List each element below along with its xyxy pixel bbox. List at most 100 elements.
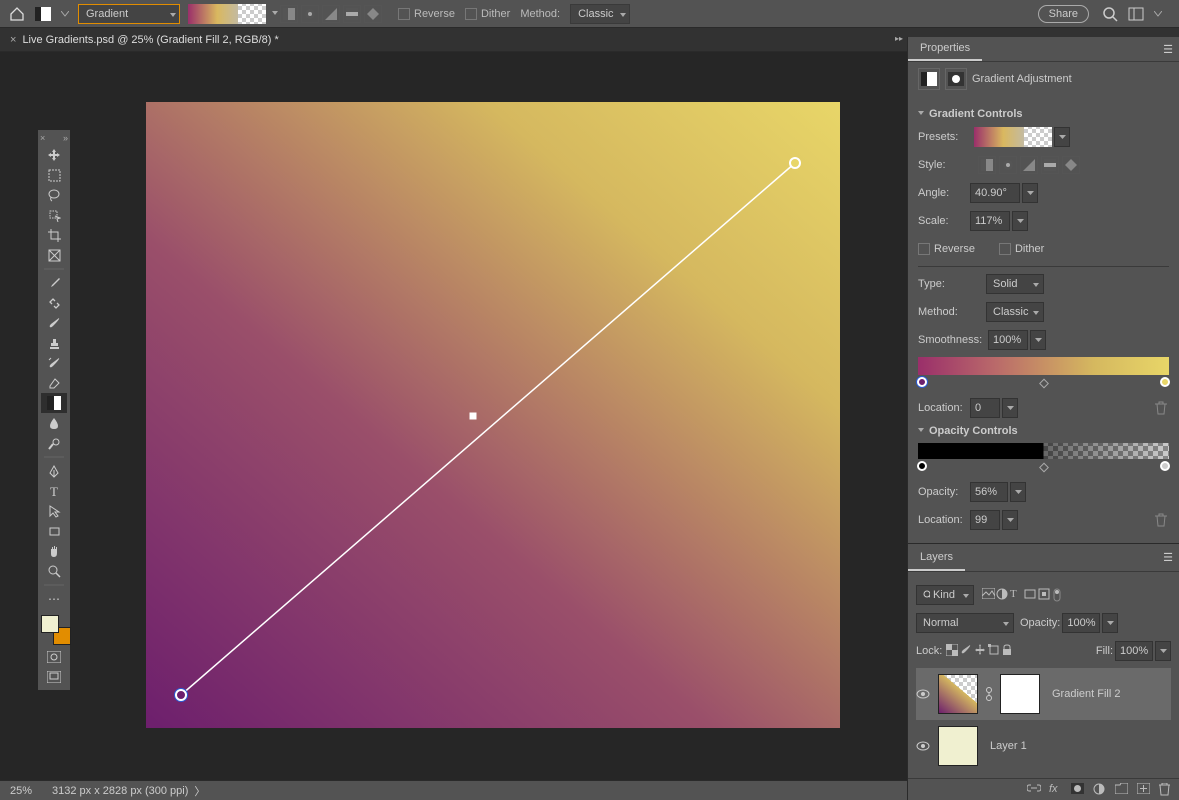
style-reflected-icon[interactable] [343,5,361,23]
layer-fx-icon[interactable]: fx [1049,783,1063,797]
scale-dropdown-icon[interactable] [1012,211,1028,231]
layers-tab[interactable]: Layers [908,544,965,571]
stamp-tool[interactable] [41,333,67,353]
collapse-panels-icon[interactable]: ▸▸ [895,34,903,43]
layer-row-gradient[interactable]: Gradient Fill 2 [916,668,1171,720]
gradient-stop-mid[interactable] [1039,379,1049,389]
layer-thumb-grad[interactable] [938,674,978,714]
object-select-tool[interactable] [41,205,67,225]
gradient-end-handle[interactable] [789,157,801,169]
add-adjustment-icon[interactable] [1093,783,1107,797]
visibility-icon[interactable] [916,689,934,699]
gradient-swatch[interactable] [188,4,266,24]
preset-dropdown-icon[interactable] [1054,127,1070,147]
filter-shape-icon[interactable] [1024,588,1038,602]
opacity-editor-bar[interactable] [918,443,1169,459]
lock-all-icon[interactable] [1002,644,1016,658]
chevron-down-icon[interactable] [60,5,70,23]
filter-pixel-icon[interactable] [982,588,996,602]
add-layer-icon[interactable] [1137,783,1151,797]
close-toolbox-icon[interactable]: × [40,133,45,143]
layer-filter-select[interactable]: Kind [916,585,974,605]
panel-menu-icon[interactable]: ☰ [1163,551,1173,564]
zoom-tool[interactable] [41,561,67,581]
location-dropdown-icon[interactable] [1002,398,1018,418]
method-select[interactable]: Classic [570,4,630,24]
dodge-tool[interactable] [41,433,67,453]
style-diamond-icon[interactable] [1062,156,1080,174]
layer-name[interactable]: Layer 1 [990,740,1027,752]
layer-fill-dropdown-icon[interactable] [1155,641,1171,661]
location-input[interactable]: 0 [970,398,1000,418]
layer-thumb[interactable] [938,726,978,766]
arrange-icon[interactable] [1127,5,1145,23]
text-tool[interactable]: T [41,481,67,501]
pen-tool[interactable] [41,461,67,481]
gradient-mid-handle[interactable] [470,413,477,420]
angle-dropdown-icon[interactable] [1022,183,1038,203]
method-select[interactable]: Classic [986,302,1044,322]
close-tab-icon[interactable]: × [10,34,16,46]
lasso-tool[interactable] [41,185,67,205]
opacity-dropdown-icon[interactable] [1010,482,1026,502]
smoothness-input[interactable]: 100% [988,330,1028,350]
move-tool[interactable] [41,145,67,165]
add-group-icon[interactable] [1115,783,1129,797]
layer-opacity-dropdown-icon[interactable] [1102,613,1118,633]
gradient-stop-start[interactable] [917,377,927,387]
gradient-line[interactable] [146,102,840,728]
lock-artboard-icon[interactable] [988,644,1002,658]
layer-fill-input[interactable]: 100% [1115,641,1153,661]
expand-toolbox-icon[interactable]: » [63,133,68,143]
brush-tool[interactable] [41,313,67,333]
reverse-checkbox[interactable] [918,243,930,255]
edit-toolbar-icon[interactable]: ⋯ [41,589,67,609]
filter-smart-icon[interactable] [1038,588,1052,602]
layer-mask-thumb[interactable] [1000,674,1040,714]
style-reflected-icon[interactable] [1041,156,1059,174]
delete-layer-icon[interactable] [1159,783,1173,797]
preset-swatch[interactable] [974,127,1052,147]
blend-mode-select[interactable]: Normal [916,613,1014,633]
op-location-input[interactable]: 99 [970,510,1000,530]
lock-paint-icon[interactable] [960,644,974,658]
layer-opacity-input[interactable]: 100% [1062,613,1100,633]
opacity-controls-header[interactable]: Opacity Controls [918,425,1169,437]
style-diamond-icon[interactable] [364,5,382,23]
shape-tool[interactable] [41,521,67,541]
zoom-level[interactable]: 25% [10,785,32,797]
gradient-start-handle[interactable] [175,689,187,701]
color-swatches[interactable] [41,615,67,641]
search-icon[interactable] [1101,5,1119,23]
filter-adj-icon[interactable] [996,588,1010,602]
dither-checkbox[interactable] [465,8,477,20]
gradient-controls-header[interactable]: Gradient Controls [918,108,1169,120]
hand-tool[interactable] [41,541,67,561]
heal-tool[interactable] [41,293,67,313]
style-angle-icon[interactable] [1020,156,1038,174]
add-mask-icon[interactable] [1071,783,1085,797]
layer-row-layer1[interactable]: Layer 1 [916,720,1171,772]
filter-toggle[interactable] [1052,588,1066,602]
screen-mode-icon[interactable] [41,667,67,687]
gradient-stop-end[interactable] [1160,377,1170,387]
style-radial-icon[interactable] [301,5,319,23]
doc-swatch-icon[interactable] [34,5,52,23]
delete-stop-icon[interactable] [1155,401,1169,415]
dither-checkbox[interactable] [999,243,1011,255]
panel-menu-icon[interactable]: ☰ [1163,43,1173,56]
quickmask-icon[interactable] [41,647,67,667]
eraser-tool[interactable] [41,373,67,393]
layer-name[interactable]: Gradient Fill 2 [1052,688,1120,700]
gradient-editor-bar[interactable] [918,357,1169,375]
home-icon[interactable] [8,5,26,23]
delete-opacity-stop-icon[interactable] [1155,513,1169,527]
link-icon[interactable] [985,687,993,701]
opacity-stop-mid[interactable] [1039,463,1049,473]
status-chevron-icon[interactable]: 〉 [194,783,205,799]
angle-input[interactable]: 40.90° [970,183,1020,203]
history-brush-tool[interactable] [41,353,67,373]
style-angle-icon[interactable] [322,5,340,23]
opacity-input[interactable]: 56% [970,482,1008,502]
op-location-dropdown-icon[interactable] [1002,510,1018,530]
